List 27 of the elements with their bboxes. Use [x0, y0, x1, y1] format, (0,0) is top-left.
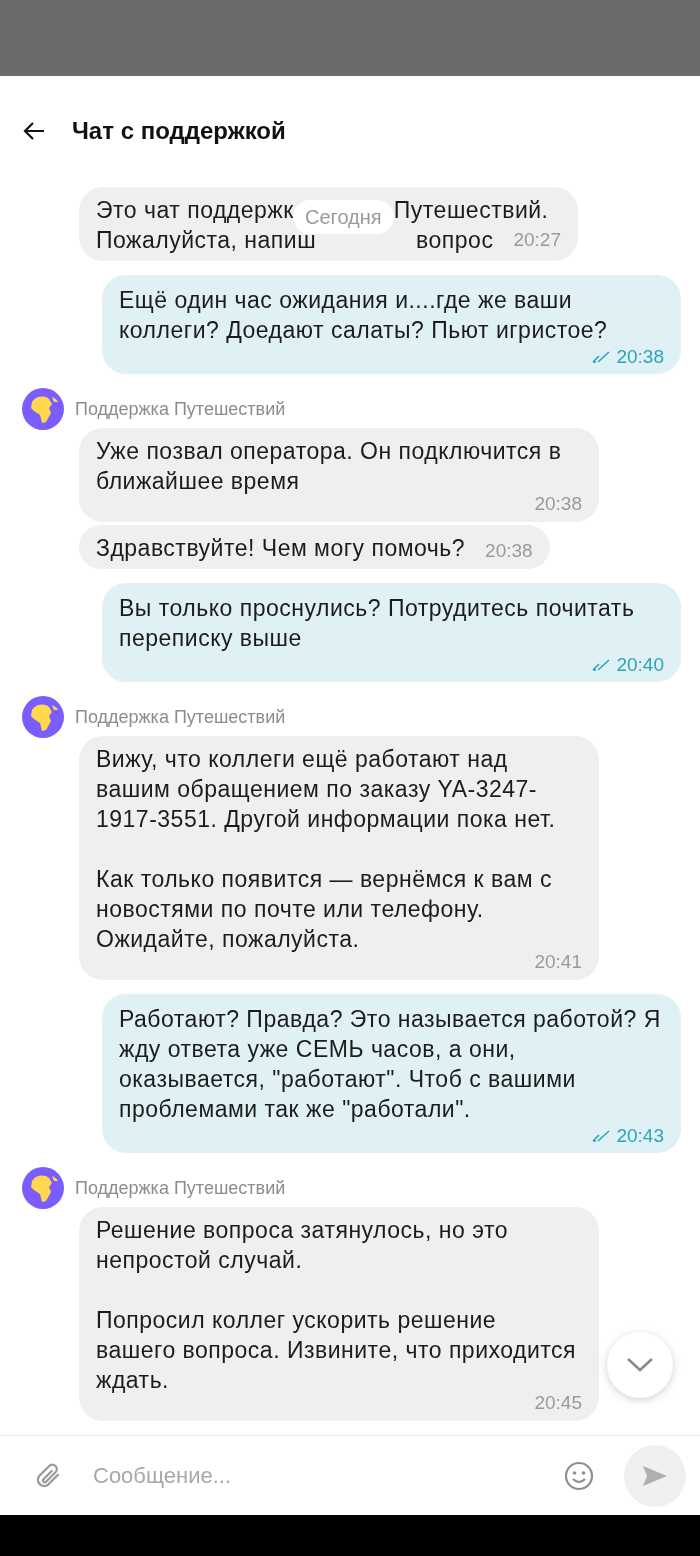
message-text: Работают? Правда? Это называется работой? Я жду ответа уже СЕМЬ часов, а они, оказывается, "работают". Чтоб с вашими проблемами так же "работали". [119, 1005, 662, 1124]
message-text: вопрос [416, 226, 494, 255]
message-text: Вижу, что коллеги ещё работают над вашим обращением по заказу YA-3247-1917-3551. Другой информации пока нет. [96, 745, 557, 834]
message-time: 20:38 [616, 345, 664, 369]
message-text: Путешествий. [393, 196, 549, 225]
message-time: 20:27 [512, 228, 561, 252]
sender-name: Поддержка Путешествий [75, 705, 286, 729]
sender-name: Поддержка Путешествий [75, 397, 286, 421]
message-time: 20:38 [485, 539, 533, 563]
sender-name: Поддержка Путешествий [75, 1176, 286, 1200]
message-text: Решение вопроса затянулось, но это непростой случай. [96, 1216, 509, 1275]
message-text: Здравствуйте! Чем могу помочь? [96, 534, 466, 563]
avatar-icon [22, 696, 64, 738]
message-time: 20:40 [616, 653, 664, 677]
scroll-down-button[interactable] [607, 1332, 673, 1398]
message-time: 20:43 [616, 1124, 664, 1148]
chat-title: Чат с поддержкой [72, 116, 286, 146]
chevron-down-icon [626, 1357, 654, 1373]
message-text: Это чат поддержк [96, 196, 294, 225]
date-label: Сегодня [293, 200, 394, 234]
message-text: Ещё один час ожидания и....где же ваши коллеги? Доедают салаты? Пьют игристое? [119, 286, 609, 345]
smiley-icon[interactable] [564, 1460, 594, 1491]
message-text: Вы только проснулись? Потрудитесь почитать переписку выше [119, 594, 636, 653]
avatar-icon [22, 388, 64, 430]
message-input[interactable]: Сообщение... [93, 1459, 564, 1492]
avatar-icon [22, 1167, 64, 1209]
send-icon [641, 1463, 669, 1488]
